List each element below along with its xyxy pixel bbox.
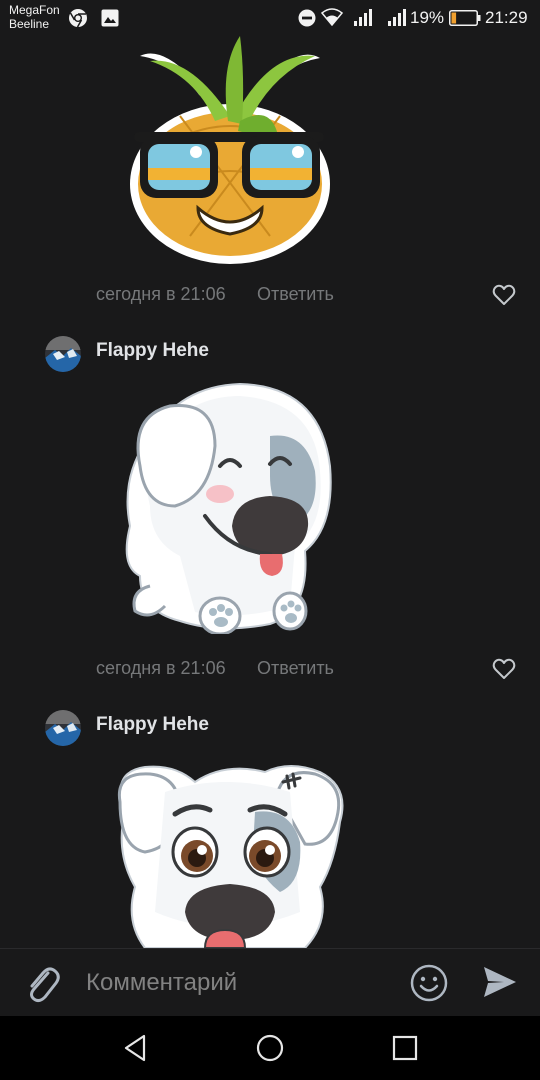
battery-fill — [451, 12, 457, 24]
chrome-icon — [69, 9, 87, 28]
home-icon[interactable] — [254, 1032, 286, 1064]
back-icon[interactable] — [120, 1032, 152, 1064]
carrier-1: MegaFon — [9, 3, 60, 17]
battery-percent: 19% — [410, 8, 445, 27]
wifi-icon — [321, 8, 343, 26]
dog-face-sticker — [117, 765, 344, 948]
comment-composer — [0, 948, 540, 1016]
system-nav-bar — [0, 1016, 540, 1080]
emoji-icon[interactable] — [410, 964, 448, 1002]
comment-timestamp: сегодня в 21:06 — [96, 658, 226, 678]
avatar[interactable] — [45, 710, 81, 746]
gallery-icon — [101, 9, 119, 27]
smiling-dog-sticker — [125, 382, 332, 634]
send-icon[interactable] — [482, 964, 518, 1000]
comment-timestamp: сегодня в 21:06 — [96, 284, 226, 304]
comment-input[interactable] — [86, 965, 386, 1001]
avatar[interactable] — [45, 336, 81, 372]
reply-link[interactable]: Ответить — [257, 284, 334, 305]
avatar-image — [45, 710, 81, 746]
status-bar: MegaFon Beeline 19% 21:29 — [0, 0, 540, 36]
comment-author[interactable]: Flappy Hehe — [96, 714, 209, 736]
do-not-disturb-icon — [298, 9, 316, 27]
signal-icon-1 — [354, 9, 372, 26]
recents-icon[interactable] — [389, 1032, 421, 1064]
carrier-2: Beeline — [9, 17, 50, 31]
clock: 21:29 — [485, 8, 528, 27]
like-heart-icon[interactable] — [492, 658, 516, 680]
avatar-image — [45, 336, 81, 372]
paperclip-icon[interactable] — [24, 963, 60, 1003]
battery-icon — [449, 10, 481, 26]
signal-icon-2 — [388, 9, 406, 26]
like-heart-icon[interactable] — [492, 284, 516, 306]
pineapple-sunglasses-sticker — [130, 36, 330, 264]
reply-link[interactable]: Ответить — [257, 658, 334, 679]
comment-feed[interactable]: сегодня в 21:06 Ответить Flappy Hehe сег… — [0, 36, 540, 948]
comment-author[interactable]: Flappy Hehe — [96, 340, 209, 362]
carrier-names: MegaFon Beeline — [9, 3, 60, 31]
